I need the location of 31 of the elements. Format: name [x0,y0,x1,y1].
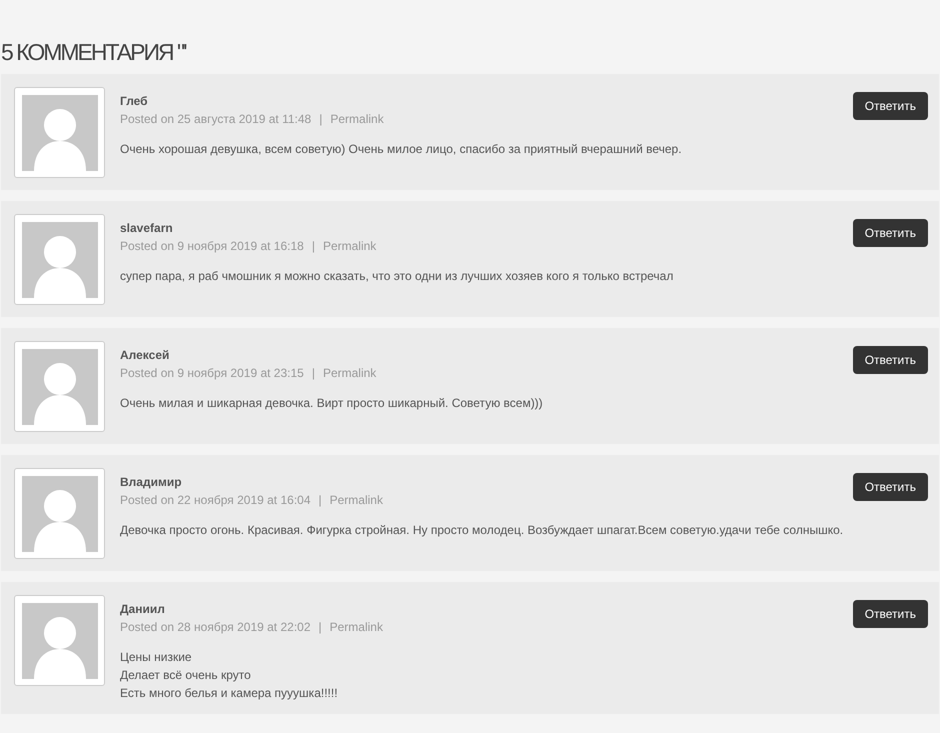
comment-date: Posted on 22 ноября 2019 at 16:04 [120,493,310,507]
meta-separator: | [318,620,322,634]
comment-date: Posted on 28 ноября 2019 at 22:02 [120,620,310,634]
meta-separator: | [319,112,322,126]
comment-text: Очень хорошая девушка, всем советую) Очень милое лицо, спасибо за приятный вчерашний вечер. [120,141,683,158]
comment-author: Даниил [120,602,166,616]
comment-text: Девочка просто огонь. Красивая. Фигурка стройная. Ну просто молодец. Возбуждает шпагат.Всем советую.удачи тебе солнышко. [120,522,844,539]
reply-button[interactable]: Ответить [852,473,928,501]
meta-separator: | [318,493,322,507]
comment-text: Цены низкие Делает всё очень круто Есть много белья и камера пууушка!!!!! [120,649,339,702]
comment-date: Posted on 9 ноября 2019 at 16:18 [120,239,304,253]
comment-text: супер пара, я раб чмошник я можно сказать, что это одни из лучших хозяев кого я только встречал [120,268,674,285]
avatar-silhouette-icon [22,94,98,170]
comment-text: Очень милая и шикарная девочка. Вирт просто шикарный. Советую всем))) [120,395,544,412]
avatar-silhouette-icon [22,348,98,424]
reply-button[interactable]: Ответить [852,346,928,374]
reply-button[interactable]: Ответить [852,600,928,628]
comment-author: slavefarn [120,221,174,235]
meta-separator: | [312,366,315,380]
comment-date: Posted on 25 августа 2019 at 11:48 [120,112,312,126]
reply-button[interactable]: Ответить [852,219,928,247]
comment-author: Владимир [120,475,183,489]
comment-author: Глеб [120,94,149,108]
comment-author: Алексей [120,348,170,362]
avatar-silhouette-icon [22,602,98,678]
avatar-silhouette-icon [22,222,98,298]
comment-date: Posted on 9 ноября 2019 at 23:15 [120,366,304,380]
meta-separator: | [312,239,315,253]
comments-heading: 5 КОММЕНТАРИЯ "' [1,40,186,64]
avatar-silhouette-icon [22,476,98,552]
reply-button[interactable]: Ответить [852,92,928,120]
